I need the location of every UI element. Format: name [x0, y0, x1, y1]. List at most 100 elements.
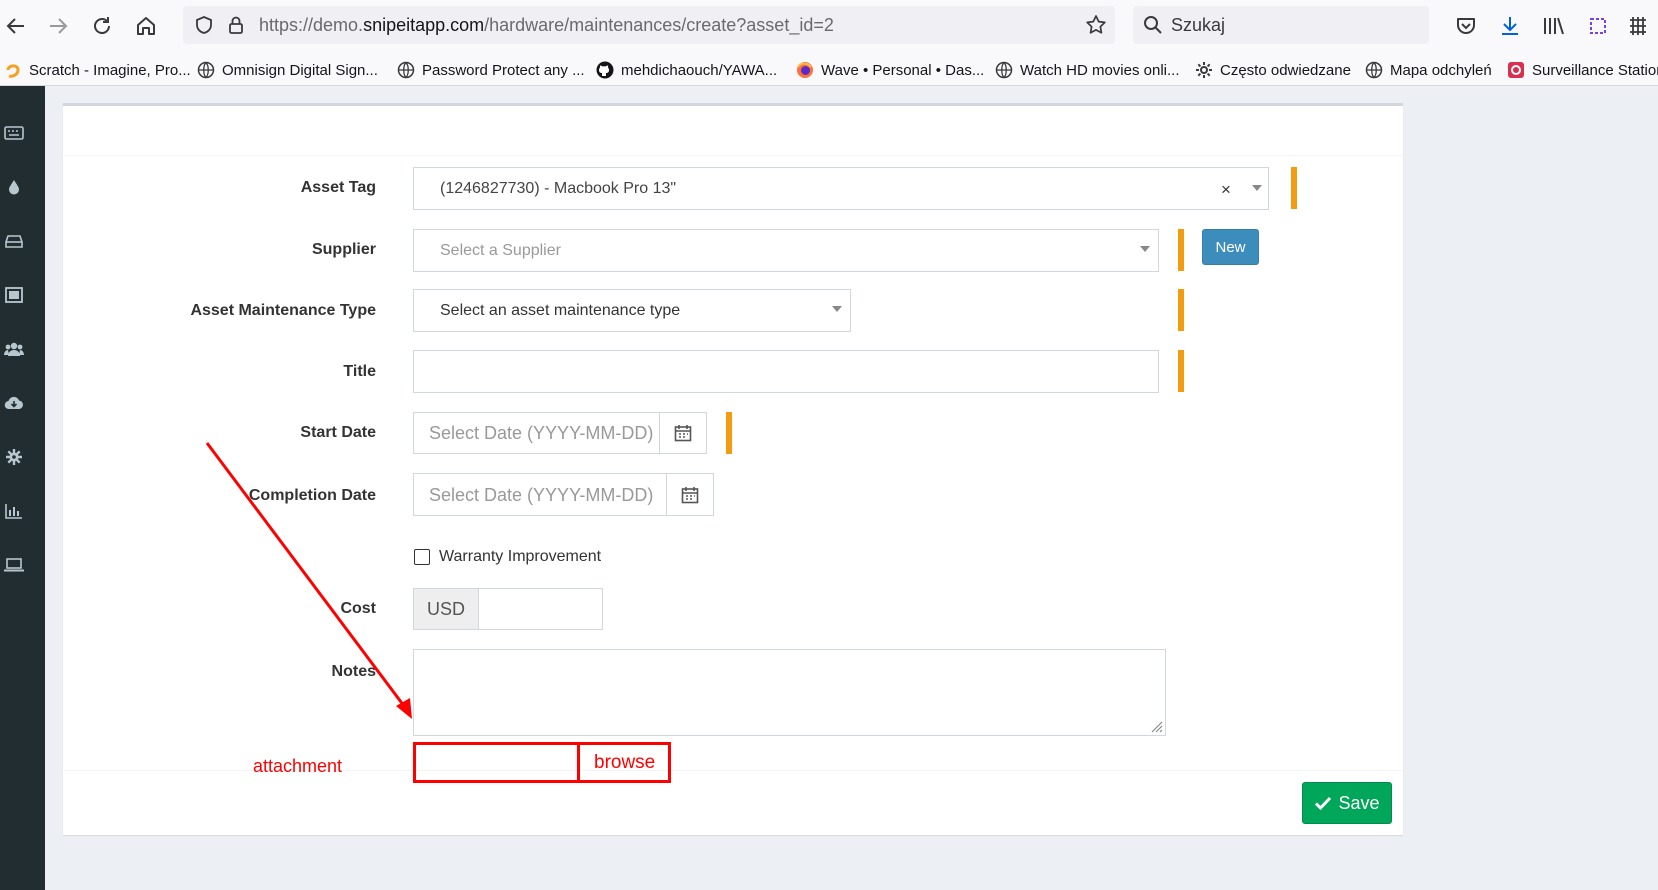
object-group-icon[interactable]: [0, 284, 28, 306]
bookmark-item[interactable]: Wave • Personal • Das...: [796, 59, 984, 81]
github-icon: [596, 61, 614, 79]
reload-button[interactable]: [86, 10, 118, 42]
warranty-checkbox[interactable]: [414, 549, 430, 565]
start-date-label: Start Date: [300, 424, 376, 441]
currency-addon: USD: [413, 588, 479, 630]
completion-date-label: Completion Date: [248, 487, 376, 504]
chevron-down-icon: [832, 306, 842, 312]
forward-button[interactable]: [42, 10, 74, 42]
bookmark-label: Scratch - Imagine, Pro...: [29, 61, 191, 79]
screenshot-icon[interactable]: [1584, 12, 1612, 40]
users-icon[interactable]: [0, 338, 28, 360]
annotation-divider: [577, 744, 580, 781]
cost-input[interactable]: [478, 588, 603, 630]
back-button[interactable]: [0, 10, 32, 42]
gear-icon: [1195, 61, 1213, 79]
home-button[interactable]: [130, 10, 162, 42]
lock-icon[interactable]: [225, 14, 247, 36]
keyboard-icon[interactable]: [0, 122, 28, 144]
bookmark-label: Wave • Personal • Das...: [821, 61, 985, 79]
completion-date-calendar-button[interactable]: [666, 473, 714, 516]
surveillance-icon: [1507, 61, 1525, 79]
calendar-icon: [681, 486, 699, 503]
required-marker: [1178, 350, 1184, 392]
cost-label: Cost: [340, 600, 376, 617]
panel-header: [63, 106, 1403, 156]
bookmark-item[interactable]: Scratch - Imagine, Pro...: [4, 59, 191, 81]
bookmark-item[interactable]: Watch HD movies onli...: [995, 59, 1180, 81]
new-supplier-button[interactable]: New: [1202, 229, 1259, 265]
bookmark-label: mehdichaouch/YAWA...: [621, 61, 778, 79]
reload-icon: [94, 17, 110, 34]
search-icon: [1143, 15, 1163, 40]
globe-icon: [1365, 61, 1383, 79]
globe-icon: [995, 61, 1013, 79]
required-marker: [1178, 229, 1184, 271]
search-placeholder: Szukaj: [1171, 15, 1226, 35]
supplier-label: Supplier: [311, 241, 376, 258]
firefox-icon: [796, 61, 814, 79]
back-arrow-icon: [6, 18, 24, 34]
chevron-down-icon: [1140, 246, 1150, 252]
notes-textarea[interactable]: [413, 649, 1166, 736]
extension-icon[interactable]: [1624, 12, 1652, 40]
globe-icon: [397, 61, 415, 79]
attachment-annotation-label: attachment: [253, 756, 343, 776]
bookmark-item[interactable]: Surveillance Station: [1507, 59, 1658, 81]
pocket-icon[interactable]: [1452, 12, 1480, 40]
notes-label: Notes: [331, 663, 376, 680]
save-label: Save: [1338, 792, 1380, 813]
asset-tag-select[interactable]: (1246827730) - Macbook Pro 13" ×: [413, 167, 1269, 210]
title-input[interactable]: [413, 350, 1159, 393]
supplier-select[interactable]: Select a Supplier: [413, 229, 1159, 272]
browser-toolbar: https://demo.snipeitapp.com/hardware/mai…: [0, 0, 1658, 52]
shield-icon[interactable]: [193, 14, 215, 36]
supplier-placeholder: Select a Supplier: [440, 242, 561, 259]
bar-chart-icon[interactable]: [0, 500, 28, 522]
bookmark-item[interactable]: Mapa odchyleń: [1365, 59, 1492, 81]
maintenance-type-select[interactable]: Select an asset maintenance type: [413, 289, 851, 332]
maintenance-type-label: Asset Maintenance Type: [190, 302, 376, 319]
library-icon[interactable]: [1540, 12, 1568, 40]
bookmark-item[interactable]: Password Protect any ...: [397, 59, 585, 81]
calendar-icon: [674, 425, 692, 442]
maintenance-type-value: Select an asset maintenance type: [440, 302, 681, 319]
scratch-icon: [4, 61, 22, 79]
bookmarks-bar: Scratch - Imagine, Pro... Omnisign Digit…: [0, 52, 1658, 86]
asset-tag-label: Asset Tag: [300, 179, 376, 196]
laptop-icon[interactable]: [0, 554, 28, 576]
start-date-placeholder: Select Date (YYYY-MM-DD): [429, 423, 654, 443]
completion-date-input[interactable]: Select Date (YYYY-MM-DD): [413, 473, 667, 516]
bookmark-label: Password Protect any ...: [422, 61, 585, 79]
resize-handle-icon[interactable]: [1149, 719, 1163, 733]
save-button[interactable]: Save: [1302, 782, 1392, 824]
forward-arrow-icon: [50, 18, 68, 34]
bookmark-label: Surveillance Station: [1532, 61, 1658, 79]
url-text[interactable]: https://demo.snipeitapp.com/hardware/mai…: [259, 15, 834, 36]
title-label: Title: [343, 363, 376, 380]
bookmark-star-icon[interactable]: [1085, 14, 1107, 36]
cloud-download-icon[interactable]: [0, 392, 28, 414]
start-date-calendar-button[interactable]: [659, 412, 707, 454]
bookmark-item[interactable]: Omnisign Digital Sign...: [197, 59, 378, 81]
download-icon[interactable]: [1496, 12, 1524, 40]
bookmark-label: Omnisign Digital Sign...: [222, 61, 378, 79]
clear-selection-icon[interactable]: ×: [1221, 180, 1231, 200]
required-marker: [1178, 289, 1184, 331]
url-prefix: https://demo.: [259, 15, 364, 35]
home-icon: [137, 17, 155, 35]
search-bar[interactable]: Szukaj: [1133, 6, 1429, 44]
bookmark-label: Watch HD movies onli...: [1020, 61, 1180, 79]
check-icon: [1315, 796, 1332, 811]
bookmark-item[interactable]: Często odwiedzane: [1195, 59, 1351, 81]
required-marker: [726, 412, 732, 454]
completion-date-placeholder: Select Date (YYYY-MM-DD): [429, 485, 654, 505]
required-marker: [1291, 167, 1297, 209]
cog-icon[interactable]: [0, 446, 28, 468]
start-date-input[interactable]: Select Date (YYYY-MM-DD): [413, 412, 660, 454]
tint-icon[interactable]: [0, 176, 28, 198]
bookmark-item[interactable]: mehdichaouch/YAWA...: [596, 59, 777, 81]
hdd-icon[interactable]: [0, 230, 28, 252]
address-bar[interactable]: https://demo.snipeitapp.com/hardware/mai…: [183, 6, 1115, 44]
url-path: /hardware/maintenances/create?asset_id=2: [484, 15, 834, 35]
